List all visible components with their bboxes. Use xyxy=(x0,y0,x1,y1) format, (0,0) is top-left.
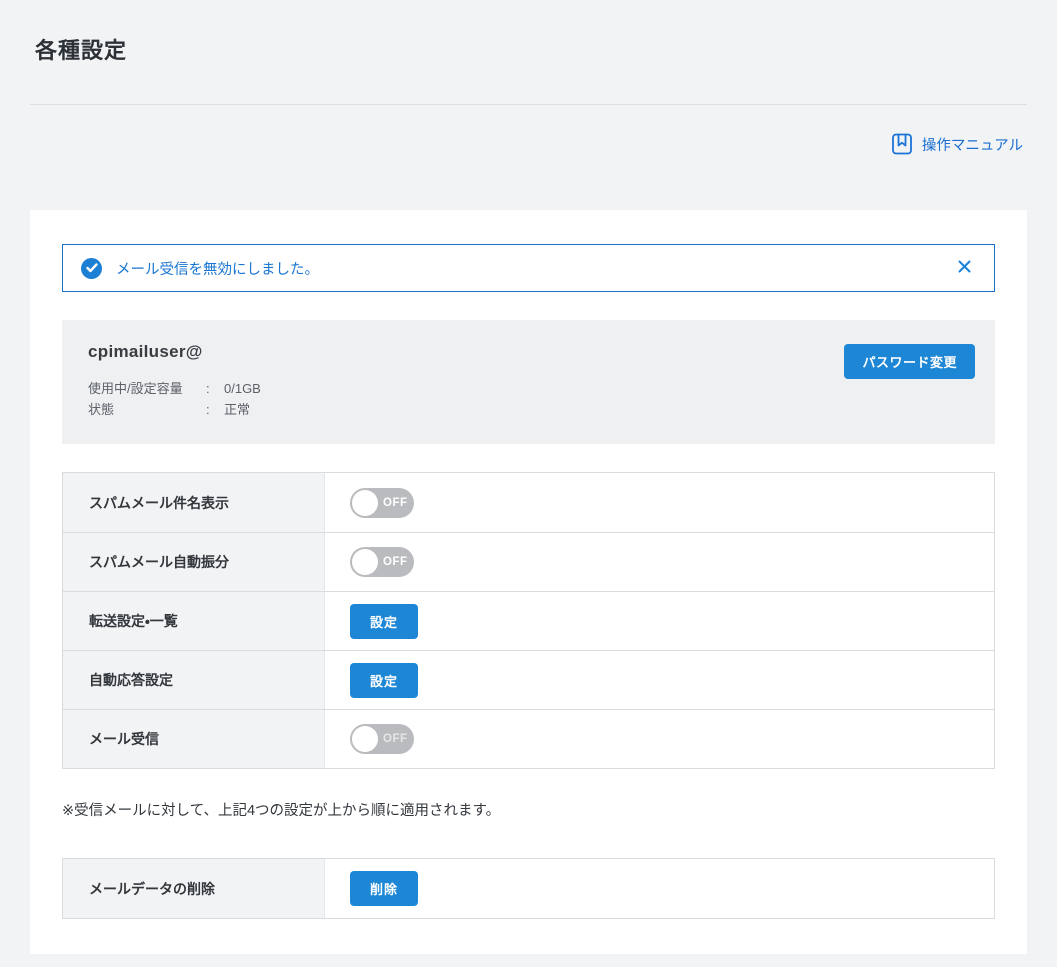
settings-card: メール受信を無効にしました。 cpimailuser@ 使用中/設定容量 : 0… xyxy=(30,210,1027,954)
page-header: 各種設定 xyxy=(0,0,1057,65)
row-mail-data-delete: メールデータの削除 削除 xyxy=(63,859,994,918)
mail-receive-toggle[interactable]: OFF xyxy=(350,724,414,754)
usage-label: 使用中/設定容量 xyxy=(88,378,206,399)
manual-row: 操作マニュアル xyxy=(0,105,1057,210)
status-separator: : xyxy=(206,399,224,420)
usage-field: 使用中/設定容量 : 0/1GB xyxy=(88,378,975,399)
password-change-button[interactable]: パスワード変更 xyxy=(844,344,975,379)
manual-link[interactable]: 操作マニュアル xyxy=(891,132,1023,156)
toggle-state-label: OFF xyxy=(383,497,408,509)
page-title: 各種設定 xyxy=(35,33,1027,65)
row-label: 自動応答設定 xyxy=(63,651,325,709)
row-control: 削除 xyxy=(325,859,994,918)
usage-value: 0/1GB xyxy=(224,378,261,399)
manual-book-icon xyxy=(891,132,913,156)
auto-reply-settings-button[interactable]: 設定 xyxy=(350,663,418,698)
toggle-knob xyxy=(352,490,378,516)
manual-link-label: 操作マニュアル xyxy=(922,134,1023,155)
row-spam-auto-sort: スパムメール自動振分 OFF xyxy=(63,532,994,591)
delete-table: メールデータの削除 削除 xyxy=(62,858,995,919)
toggle-knob xyxy=(352,726,378,752)
row-control: OFF xyxy=(325,710,994,768)
row-forward-settings: 転送設定・一覧 設定 xyxy=(63,591,994,650)
forward-settings-button[interactable]: 設定 xyxy=(350,604,418,639)
row-control: OFF xyxy=(325,473,994,532)
success-alert: メール受信を無効にしました。 xyxy=(62,244,995,292)
alert-message: メール受信を無効にしました。 xyxy=(116,258,955,279)
row-label: 転送設定・一覧 xyxy=(63,592,325,650)
row-control: 設定 xyxy=(325,651,994,709)
status-value: 正常 xyxy=(224,399,250,420)
status-field: 状態 : 正常 xyxy=(88,399,975,420)
settings-table: スパムメール件名表示 OFF スパムメール自動振分 OFF 転送設定・一覧 設定 xyxy=(62,472,995,769)
usage-separator: : xyxy=(206,378,224,399)
mail-data-delete-button[interactable]: 削除 xyxy=(350,871,418,906)
account-name: cpimailuser@ xyxy=(88,342,975,362)
toggle-state-label: OFF xyxy=(383,556,408,568)
toggle-state-label: OFF xyxy=(383,733,408,745)
check-circle-icon xyxy=(81,258,102,279)
row-label: スパムメール自動振分 xyxy=(63,533,325,591)
status-label: 状態 xyxy=(88,399,206,420)
row-auto-reply: 自動応答設定 設定 xyxy=(63,650,994,709)
spam-subject-toggle[interactable]: OFF xyxy=(350,488,414,518)
close-icon xyxy=(957,259,972,277)
account-panel: cpimailuser@ 使用中/設定容量 : 0/1GB 状態 : 正常 パス… xyxy=(62,320,995,444)
account-fields: 使用中/設定容量 : 0/1GB 状態 : 正常 xyxy=(88,378,975,420)
row-spam-subject-display: スパムメール件名表示 OFF xyxy=(63,473,994,532)
alert-close-button[interactable] xyxy=(955,257,974,279)
spam-auto-sort-toggle[interactable]: OFF xyxy=(350,547,414,577)
row-control: OFF xyxy=(325,533,994,591)
row-label: スパムメール件名表示 xyxy=(63,473,325,532)
toggle-knob xyxy=(352,549,378,575)
row-mail-receive: メール受信 OFF xyxy=(63,709,994,768)
row-label: メール受信 xyxy=(63,710,325,768)
settings-note: ※受信メールに対して、上記4つの設定が上から順に適用されます。 xyxy=(62,799,995,820)
row-label: メールデータの削除 xyxy=(63,859,325,918)
row-control: 設定 xyxy=(325,592,994,650)
